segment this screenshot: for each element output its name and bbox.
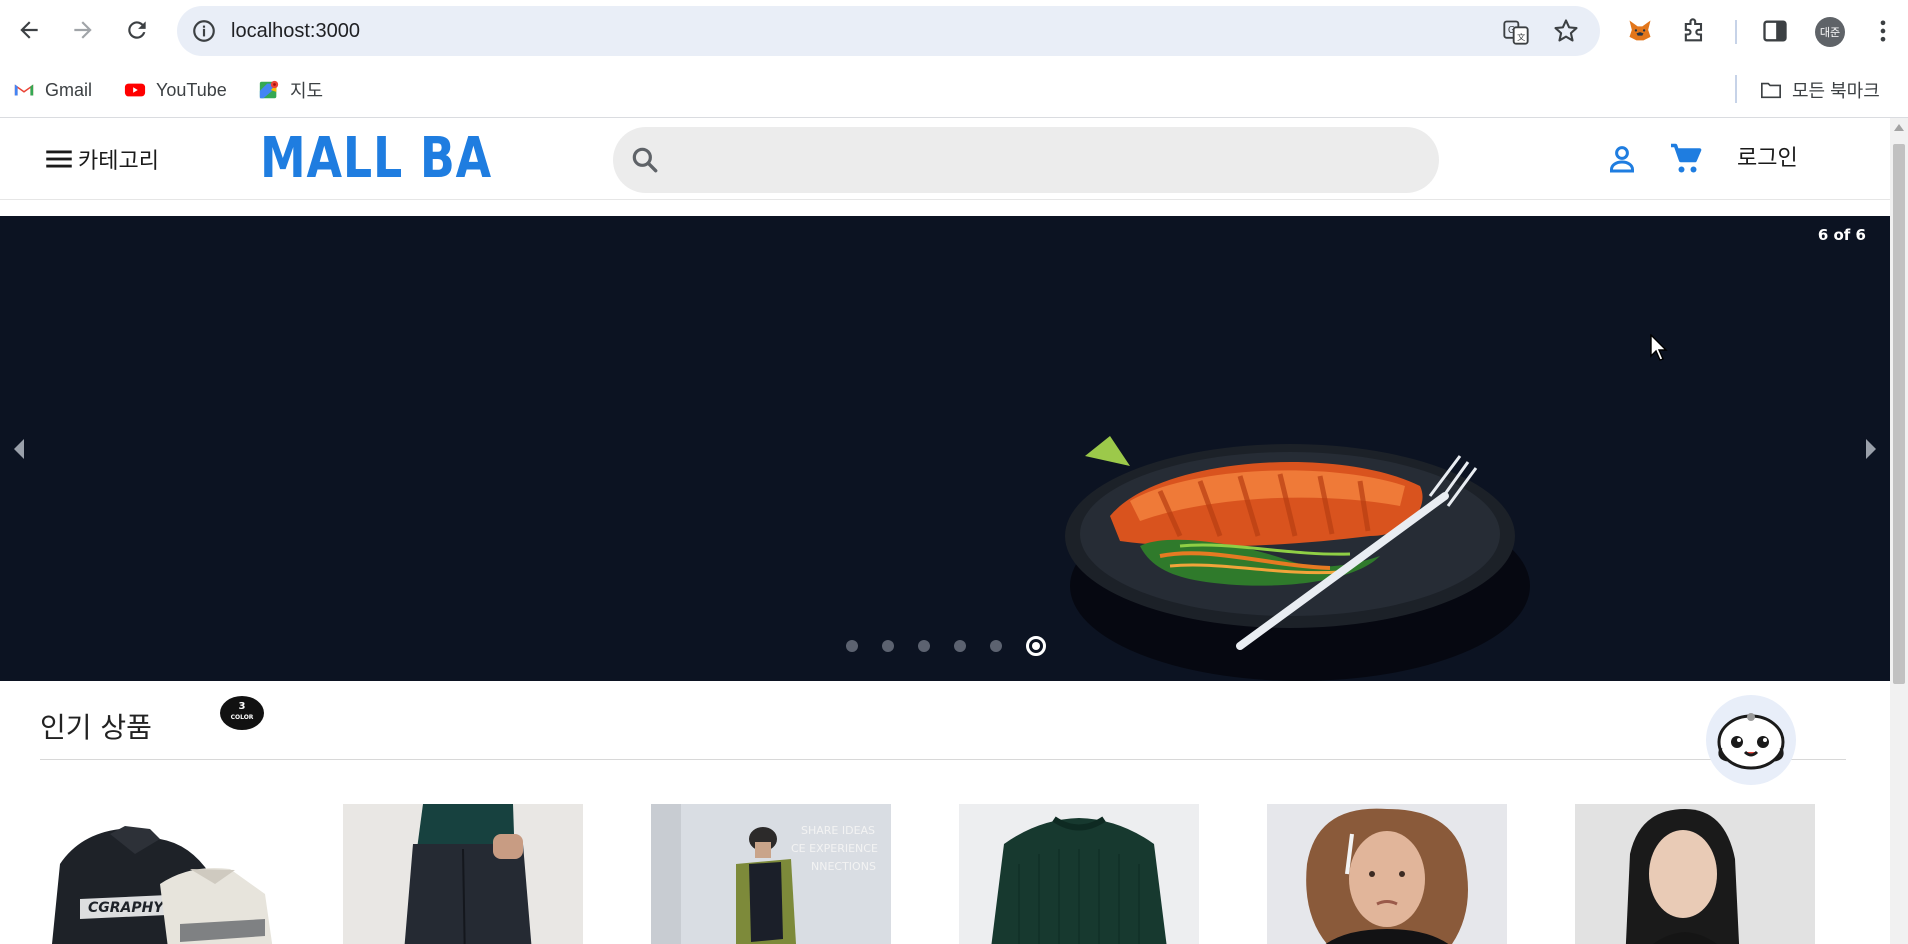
section-divider	[40, 759, 1846, 760]
category-menu-button[interactable]: 카테고리	[42, 140, 159, 178]
product-card-graphic-tee[interactable]: Mordi	[1267, 804, 1507, 944]
bookmark-star-icon[interactable]	[1552, 17, 1580, 45]
bookmarks-bar: Gmail YouTube 지도 모든 북마크	[0, 63, 1908, 118]
bookmark-youtube[interactable]: YouTube	[124, 75, 227, 105]
carousel-indicators	[846, 636, 1070, 656]
product-grid: CGRAPHY SHARE IDEAS CE EXPERIENCE NNECTI…	[0, 804, 1890, 944]
svg-text:CGRAPHY: CGRAPHY	[88, 900, 165, 916]
carousel-prev-button[interactable]	[4, 432, 34, 466]
bookmark-maps[interactable]: 지도	[258, 75, 323, 105]
back-button[interactable]	[12, 13, 46, 47]
arrow-left-icon	[20, 21, 38, 39]
puzzle-icon	[1684, 18, 1703, 42]
carousel-dot-5[interactable]	[990, 640, 1002, 652]
toolbar-divider	[1735, 20, 1737, 44]
product-card-jeans[interactable]	[343, 804, 583, 944]
youtube-icon	[124, 83, 146, 97]
mouse-cursor-icon	[1650, 334, 1668, 361]
chatbot-button[interactable]	[1706, 695, 1796, 785]
jacket-image: CGRAPHY	[52, 826, 273, 944]
product-card-sweater[interactable]	[959, 804, 1199, 944]
site-logo[interactable]: MALL BA	[260, 128, 492, 190]
browser-toolbar: localhost:3000 G文 대준	[0, 0, 1908, 63]
vest-image: SHARE IDEAS CE EXPERIENCE NNECTIONS	[651, 804, 891, 944]
reload-button[interactable]	[120, 13, 154, 47]
product-card-jacket[interactable]: CGRAPHY	[40, 804, 280, 944]
cart-icon[interactable]	[1668, 141, 1704, 177]
reload-icon	[128, 21, 146, 39]
bookmark-label: 지도	[290, 81, 324, 101]
carousel-dot-3[interactable]	[918, 640, 930, 652]
scroll-up-arrow[interactable]	[1894, 124, 1904, 131]
svg-text:CE EXPERIENCE: CE EXPERIENCE	[791, 842, 878, 855]
svg-text:SHARE IDEAS: SHARE IDEAS	[801, 824, 875, 837]
carousel-dot-4[interactable]	[954, 640, 966, 652]
black-tee-image	[1575, 804, 1815, 944]
carousel-dot-2[interactable]	[882, 640, 894, 652]
bookmark-label: Gmail	[45, 79, 93, 100]
product-card-black-tee[interactable]	[1575, 804, 1815, 944]
svg-text:文: 文	[1517, 32, 1525, 42]
triangle-right-icon	[1866, 439, 1876, 459]
product-card-vest[interactable]: SHARE IDEAS CE EXPERIENCE NNECTIONS	[651, 804, 891, 944]
color-count-badge: 3 COLOR	[220, 696, 264, 730]
bookmarks-divider	[1735, 75, 1737, 103]
graphic-tee-image: Mordi	[1267, 804, 1507, 944]
search-input[interactable]	[677, 127, 1417, 193]
popular-products-title: 인기 상품	[40, 711, 152, 744]
arrow-right-icon	[74, 21, 92, 39]
translate-icon[interactable]: G文	[1502, 18, 1530, 46]
page-scrollbar[interactable]	[1890, 118, 1908, 944]
extensions-button[interactable]	[1677, 14, 1711, 48]
carousel-next-button[interactable]	[1856, 432, 1886, 466]
side-panel-icon	[1763, 20, 1787, 42]
chrome-menu-button[interactable]	[1866, 14, 1900, 48]
forward-button[interactable]	[66, 13, 100, 47]
svg-text:G: G	[1508, 25, 1515, 36]
side-panel-button[interactable]	[1758, 14, 1792, 48]
info-icon[interactable]	[191, 18, 217, 44]
login-link[interactable]: 로그인	[1737, 140, 1798, 178]
hero-carousel[interactable]: 6 of 6	[0, 216, 1890, 681]
bookmark-gmail[interactable]: Gmail	[13, 75, 92, 105]
chatbot-mascot-icon	[1717, 713, 1785, 770]
url-text[interactable]: localhost:3000	[231, 6, 360, 56]
metamask-extension-button[interactable]	[1623, 14, 1657, 48]
fox-icon	[1629, 20, 1651, 41]
user-icon[interactable]	[1604, 141, 1640, 177]
triangle-left-icon	[14, 439, 24, 459]
scrollbar-thumb[interactable]	[1893, 144, 1905, 684]
slide-counter: 6 of 6	[1817, 226, 1866, 244]
carousel-dot-1[interactable]	[846, 640, 858, 652]
gmail-icon	[14, 84, 34, 96]
address-bar[interactable]: localhost:3000 G文	[177, 6, 1600, 56]
maps-icon	[259, 80, 279, 99]
site-header: 카테고리 MALL BA 로그인	[0, 118, 1890, 200]
jeans-image	[343, 804, 583, 944]
badge-number: 3	[238, 701, 246, 712]
profile-avatar[interactable]: 대준	[1815, 17, 1845, 47]
hamburger-menu-icon	[46, 150, 72, 168]
search-bar[interactable]	[613, 127, 1439, 193]
carousel-dot-6[interactable]	[1026, 636, 1046, 656]
category-label: 카테고리	[78, 149, 159, 174]
all-bookmarks-button[interactable]: 모든 북마크	[1760, 75, 1880, 105]
more-vert-icon	[1880, 20, 1886, 42]
search-icon[interactable]	[629, 144, 661, 176]
page-viewport: 카테고리 MALL BA 로그인 6 of 6 인기 상품 CGRAPHY SH…	[0, 118, 1890, 944]
bookmark-label: YouTube	[156, 79, 227, 100]
badge-text: COLOR	[230, 714, 254, 721]
folder-icon	[1761, 82, 1781, 99]
svg-text:NNECTIONS: NNECTIONS	[811, 860, 876, 873]
sweater-image	[959, 804, 1199, 944]
all-bookmarks-label: 모든 북마크	[1792, 81, 1880, 101]
salmon-plate-image	[1065, 436, 1530, 681]
